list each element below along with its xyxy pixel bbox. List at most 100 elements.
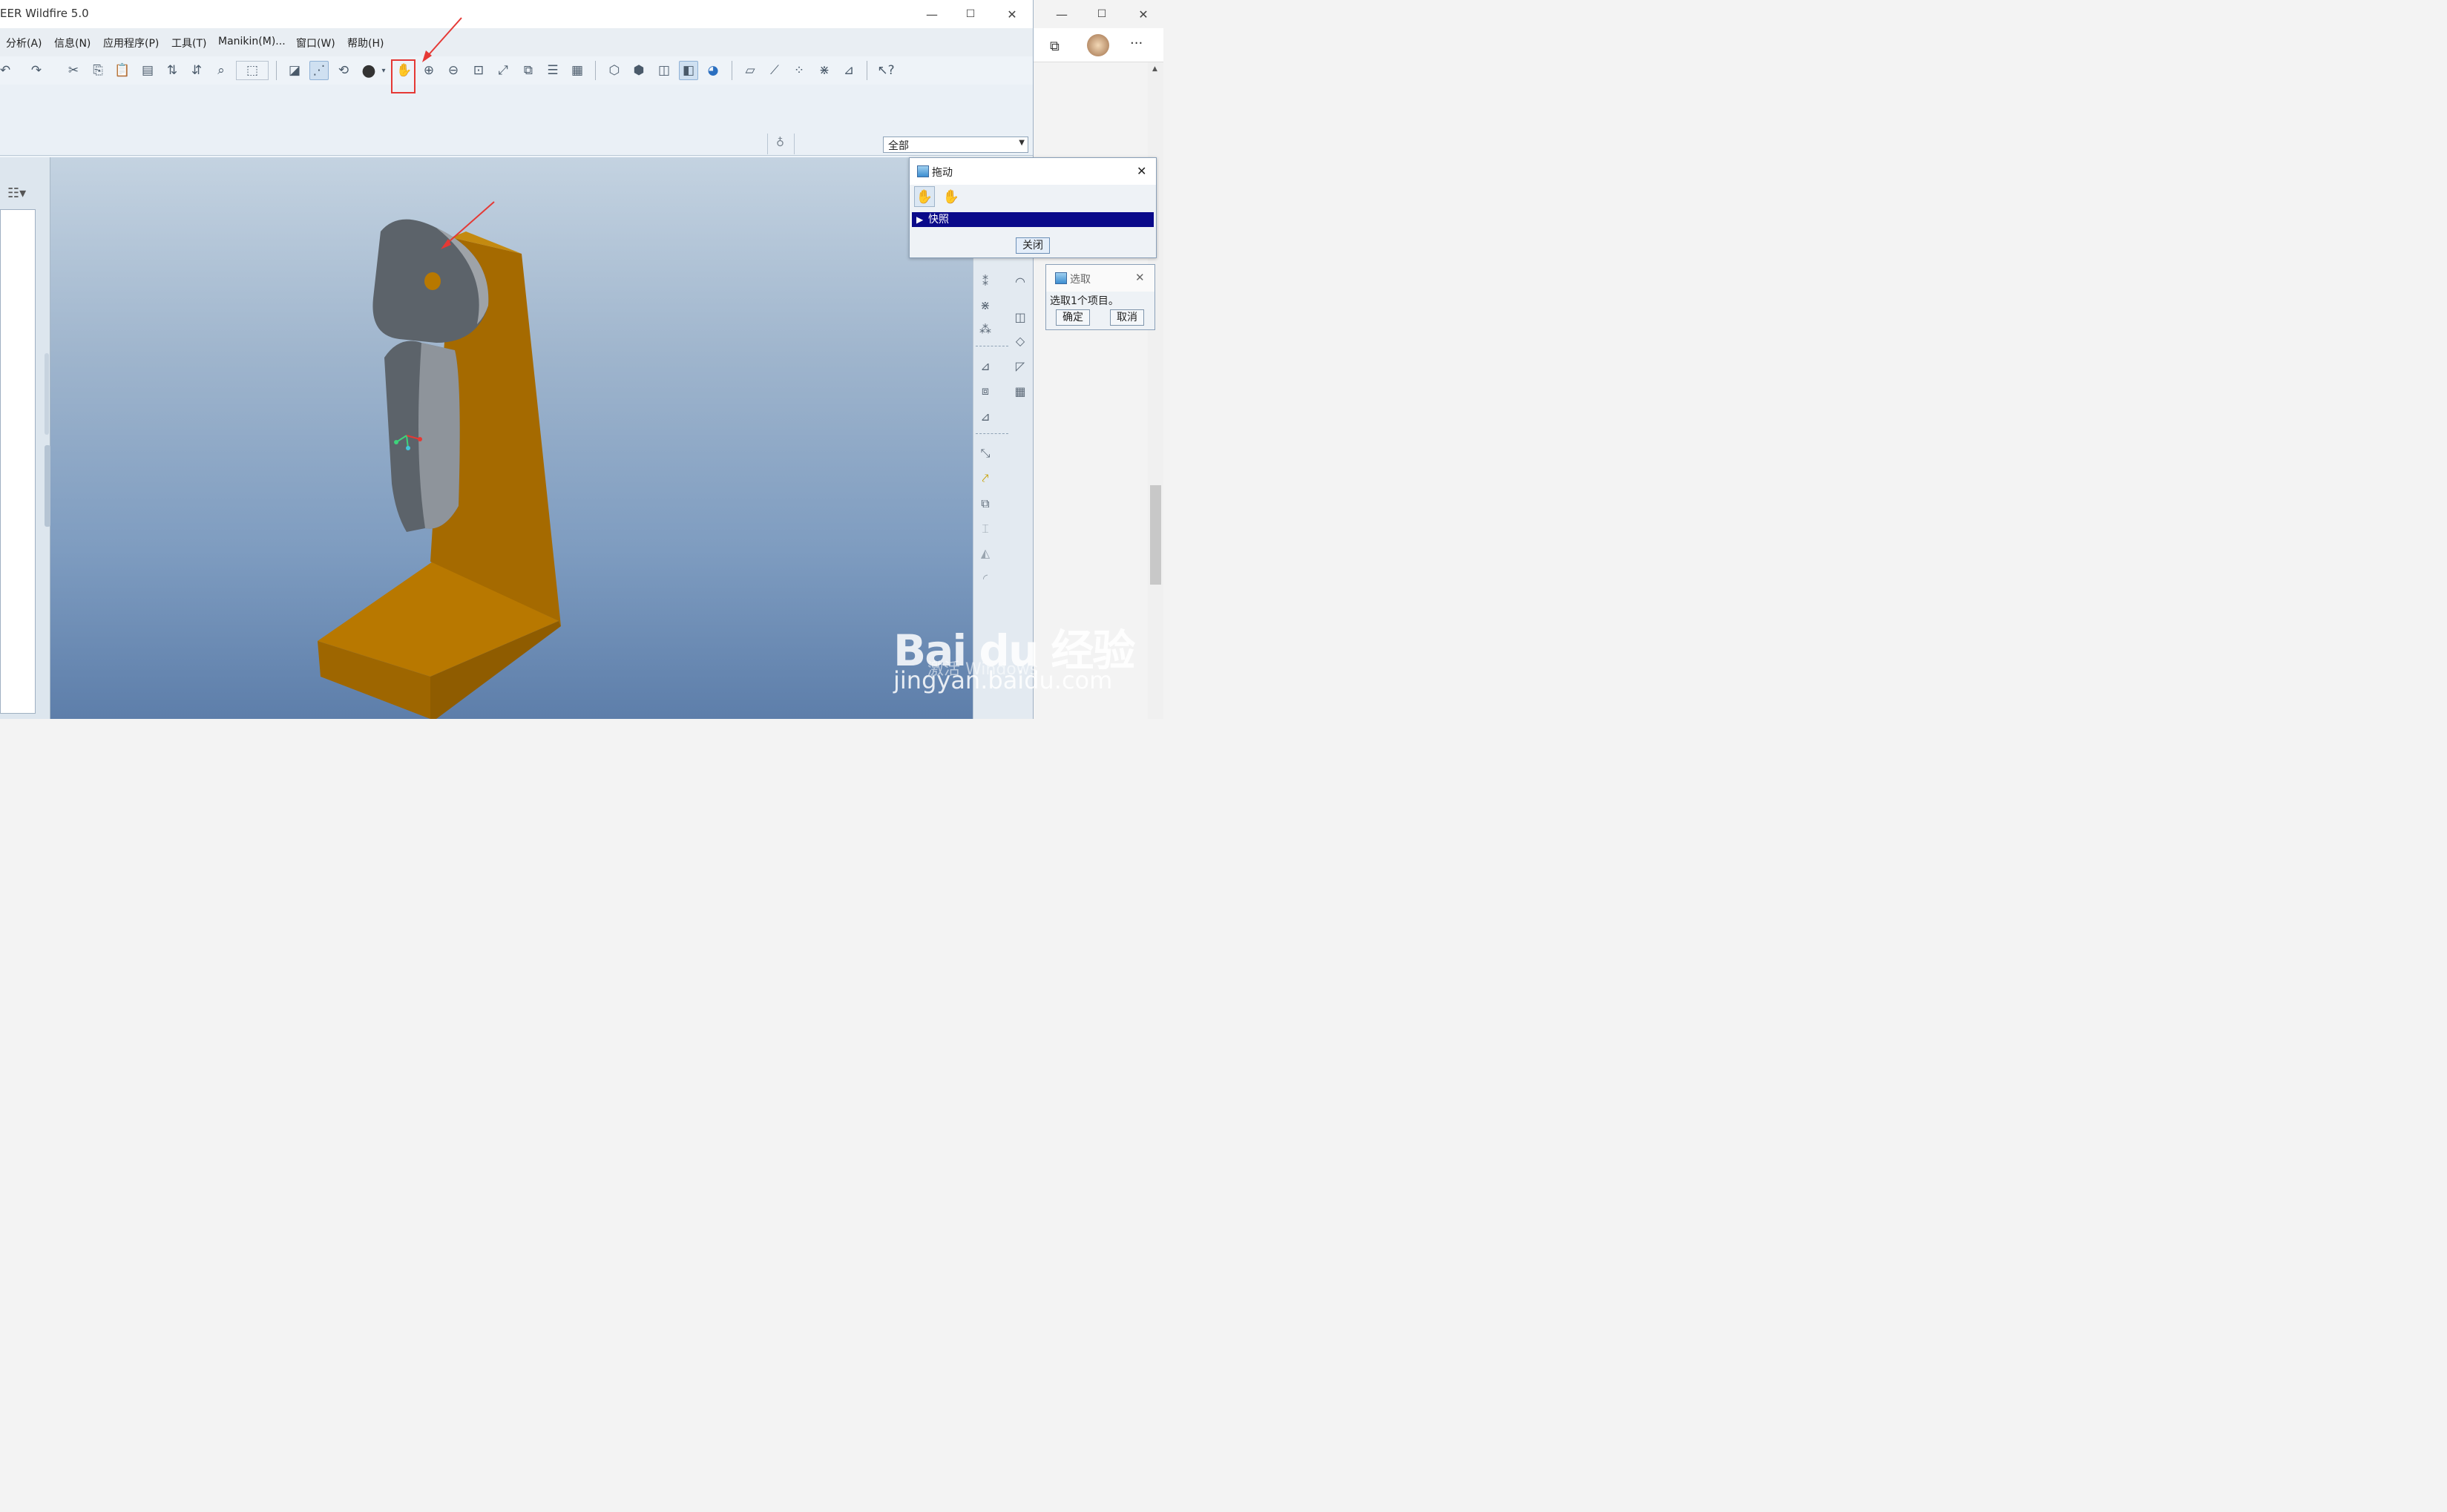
title-bar: EER Wildfire 5.0 — ☐ ✕ <box>0 0 1033 28</box>
tool-separator <box>976 433 1008 434</box>
model-tree[interactable] <box>0 209 36 714</box>
snapshot-tool-icon[interactable]: ⧉ <box>976 494 995 513</box>
select-dialog-header[interactable]: 选取 ✕ <box>1046 265 1154 292</box>
filter-value: 全部 <box>888 140 909 152</box>
toolbar-separator <box>595 61 596 80</box>
more-options-icon[interactable]: ··· <box>1130 36 1143 51</box>
select-dialog-title: 选取 <box>1070 274 1091 286</box>
menu-analysis[interactable]: 分析(A) <box>6 36 42 50</box>
menu-info[interactable]: 信息(N) <box>54 36 91 50</box>
point-drag-icon[interactable]: ✋ <box>914 186 935 207</box>
dialog-app-icon <box>1055 272 1067 284</box>
annotation-arrow <box>425 17 462 59</box>
datum-points-icon[interactable]: ⁘ <box>789 61 809 80</box>
find-icon[interactable]: ⌕ <box>211 61 231 80</box>
assembly-tool-icon[interactable]: ⊿ <box>976 356 995 375</box>
redo-icon[interactable]: ↷ <box>27 61 46 80</box>
scroll-up-icon[interactable]: ▲ <box>1152 65 1157 73</box>
close-icon[interactable]: ✕ <box>1135 271 1145 284</box>
context-help-icon[interactable]: ↖? <box>876 61 896 80</box>
datum-display-icon[interactable]: ◪ <box>285 61 304 80</box>
triad-point <box>418 437 422 441</box>
browser-chrome: — ☐ ✕ ⧉ ··· <box>1034 0 1163 719</box>
snapshot-label: 快照 <box>928 214 949 226</box>
toolbar-area <box>0 85 1033 156</box>
minimize-button[interactable]: — <box>913 0 951 28</box>
datum-axes-icon[interactable]: ⟋ <box>765 61 784 80</box>
datum-planes-icon[interactable]: ▱ <box>740 61 760 80</box>
menu-window[interactable]: 窗口(W) <box>296 36 335 50</box>
csys-tool-icon[interactable]: ⋇ <box>976 295 995 315</box>
joint-tool-icon[interactable]: ⌶ <box>976 519 995 539</box>
close-button[interactable]: 关闭 <box>1016 237 1050 254</box>
enhanced-realism-icon[interactable]: ◕ <box>703 61 723 80</box>
coordinate-systems-icon[interactable]: ⋇ <box>815 61 834 80</box>
cut-icon[interactable]: ✂ <box>64 61 83 80</box>
cam-tool-icon[interactable]: ◭ <box>976 543 995 562</box>
browser-close-button[interactable]: ✕ <box>1124 0 1163 28</box>
grid-tool-icon[interactable]: ▦ <box>1011 381 1030 401</box>
layers-icon[interactable]: ☰ <box>543 61 562 80</box>
close-icon[interactable]: ✕ <box>1137 164 1146 178</box>
reorient-icon[interactable]: ⤢ <box>493 61 513 80</box>
annotations-icon[interactable]: ⊿ <box>839 61 858 80</box>
shaded-icon[interactable]: ◧ <box>679 61 698 80</box>
wireframe-icon[interactable]: ⬡ <box>605 61 624 80</box>
drag-tool-icon[interactable]: ⤤ <box>976 469 995 488</box>
menu-bar: 分析(A) 信息(N) 应用程序(P) 工具(T) Manikin(M)... … <box>0 28 1033 56</box>
panel-splitter[interactable] <box>45 353 49 435</box>
ok-button[interactable]: 确定 <box>1056 309 1090 326</box>
menu-applications[interactable]: 应用程序(P) <box>103 36 159 50</box>
avatar[interactable] <box>1087 34 1109 56</box>
browser-restore-button[interactable]: ☐ <box>1083 0 1121 28</box>
motion-tool-icon[interactable]: ⊿ <box>976 407 995 426</box>
component-tool-icon[interactable]: ⧈ <box>976 381 995 401</box>
browser-minimize-button[interactable]: — <box>1042 0 1081 28</box>
refit-icon[interactable]: ⊡ <box>469 61 488 80</box>
selection-filter-dropdown[interactable]: 全部 ▼ <box>883 137 1028 153</box>
analysis-tool-icon[interactable]: ⁂ <box>976 319 995 338</box>
hidden-line-icon[interactable]: ⬢ <box>629 61 648 80</box>
tree-settings-icon[interactable]: ☷▾ <box>7 185 26 201</box>
sketch-tool-icon[interactable]: ◠ <box>1011 272 1030 291</box>
graphics-viewport[interactable] <box>50 157 973 719</box>
regenerate-manager-icon[interactable]: ⇵ <box>187 61 206 80</box>
ribbon-divider <box>794 134 795 154</box>
regenerate-icon[interactable]: ⇅ <box>162 61 182 80</box>
pattern-tool-icon[interactable]: ◸ <box>1011 356 1030 375</box>
close-window-button[interactable]: ✕ <box>993 0 1031 28</box>
no-hidden-icon[interactable]: ◫ <box>654 61 674 80</box>
shape-tool-icon[interactable]: ◇ <box>1011 331 1030 350</box>
saved-views-icon[interactable]: ⧉ <box>519 61 538 80</box>
cancel-button[interactable]: 取消 <box>1110 309 1144 326</box>
menu-tools[interactable]: 工具(T) <box>171 36 206 50</box>
point-tool-icon[interactable]: ⁑ <box>976 272 995 291</box>
body-drag-icon[interactable]: ✋ <box>941 186 962 207</box>
orient-mode-icon[interactable]: ⟲ <box>334 61 353 80</box>
scrollbar-thumb[interactable] <box>1150 485 1161 585</box>
paste-special-icon[interactable]: ▤ <box>138 61 157 80</box>
menu-help[interactable]: 帮助(H) <box>347 36 384 50</box>
selection-box-icon[interactable]: ⬚ <box>236 61 269 80</box>
maximize-button[interactable]: ☐ <box>951 0 990 28</box>
menu-manikin[interactable]: Manikin(M)... <box>218 36 286 47</box>
panel-splitter[interactable] <box>45 445 50 527</box>
undo-icon[interactable]: ↶ <box>0 61 15 80</box>
snapshot-section[interactable]: ▶ 快照 <box>912 212 1154 227</box>
pin-hole[interactable] <box>424 272 441 290</box>
shading-sphere-icon[interactable]: ● <box>359 61 378 80</box>
chevron-down-icon: ▼ <box>1019 139 1025 147</box>
copy-icon[interactable]: ⎘ <box>88 61 108 80</box>
model-tree-panel: ☷▾ <box>0 157 50 719</box>
mechanism-tool-icon[interactable]: ⤡ <box>976 444 995 463</box>
spring-tool-icon[interactable]: ◜ <box>976 568 995 588</box>
mirror-tool-icon[interactable]: ◫ <box>1011 307 1030 326</box>
paste-icon[interactable]: 📋 <box>113 61 132 80</box>
drag-dialog-title: 拖动 <box>932 167 953 179</box>
drag-dialog-header[interactable]: 拖动 ✕ <box>910 158 1156 185</box>
spin-center-icon[interactable]: ⋰ <box>309 61 329 80</box>
smart-filter-icon[interactable]: ♁ <box>776 136 786 154</box>
shading-dropdown-icon[interactable]: ▾ <box>378 61 389 80</box>
collections-icon[interactable]: ⧉ <box>1050 39 1060 54</box>
view-manager-icon[interactable]: ▦ <box>568 61 587 80</box>
